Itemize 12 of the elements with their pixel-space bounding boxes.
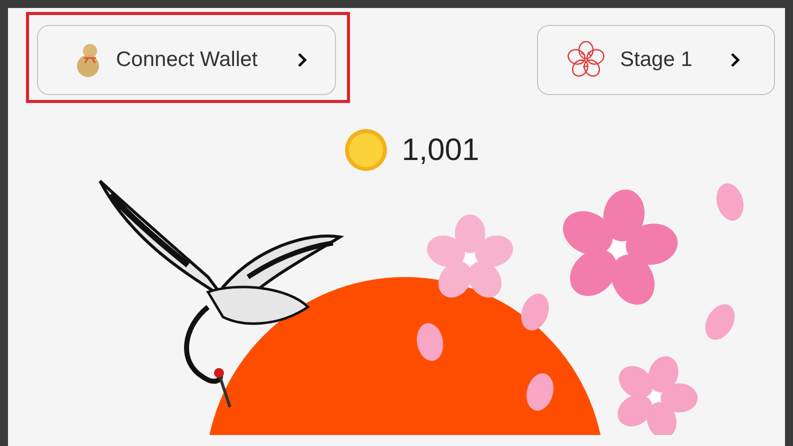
coin-icon bbox=[344, 128, 388, 172]
gourd-icon bbox=[76, 43, 102, 77]
chevron-right-icon bbox=[297, 52, 307, 68]
stage-button[interactable]: Stage 1 bbox=[537, 25, 775, 95]
petal-drawing bbox=[526, 373, 554, 411]
coin-count: 1,001 bbox=[402, 132, 480, 168]
petal-drawing bbox=[521, 294, 549, 330]
connect-wallet-button[interactable]: Connect Wallet bbox=[37, 25, 336, 95]
petal-drawing bbox=[416, 323, 444, 361]
petal-drawing bbox=[716, 183, 744, 221]
petal-drawing bbox=[705, 304, 735, 340]
chevron-right-icon bbox=[730, 52, 740, 68]
